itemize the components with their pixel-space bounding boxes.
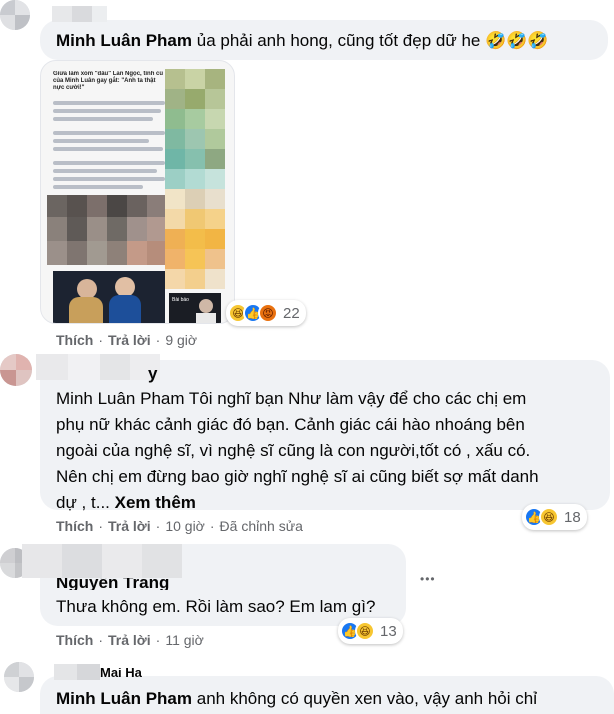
article-line [53, 177, 165, 181]
commenter-avatar[interactable] [4, 662, 34, 692]
reaction-count: 13 [380, 622, 397, 640]
pixelated-image [47, 195, 165, 265]
comment-body: anh không có quyền xen vào, vậy anh hỏi … [196, 689, 537, 708]
reaction-summary[interactable]: 👍 😆 13 [338, 618, 403, 644]
angry-icon: 😡 [258, 303, 278, 323]
commenter-avatar[interactable] [0, 354, 32, 386]
blurred-username [22, 544, 182, 578]
article-line [53, 169, 157, 173]
like-button[interactable]: Thích [56, 518, 93, 534]
blurred-username [36, 354, 160, 380]
comment-actions: Thích · Trả lời · 10 giờ · Đã chỉnh sửa [56, 518, 303, 534]
comment-time[interactable]: 11 giờ [165, 632, 204, 648]
comment-actions: Thích · Trả lời · 11 giờ [56, 632, 204, 648]
comment-actions: Thích · Trả lời · 9 giờ [56, 332, 198, 348]
comment-time[interactable]: 9 giờ [165, 332, 197, 348]
comment-author[interactable]: Minh Luân Pham [56, 31, 192, 50]
comment-tag[interactable]: Minh Luân Pham [56, 689, 192, 708]
reaction-summary[interactable]: 😆 👍 😡 22 [226, 300, 306, 326]
reply-button[interactable]: Trả lời [108, 632, 151, 648]
like-button[interactable]: Thích [56, 332, 93, 348]
comment-photo[interactable]: Giữa làm xom "dầu" Lan Ngọc, tình cũ của… [40, 60, 235, 324]
article-line [53, 185, 143, 189]
article-line [53, 139, 149, 143]
photo-headline: Giữa làm xom "dầu" Lan Ngọc, tình cũ của… [53, 71, 164, 91]
blurred-username [52, 6, 107, 22]
see-more-link[interactable]: Xem thêm [115, 493, 196, 512]
comment-author-partial[interactable]: Mai Ha [100, 668, 142, 680]
article-line [53, 117, 153, 121]
comment-author-partial[interactable]: Nguyễn Trang [56, 578, 169, 590]
comment-line: phụ nữ khác cảnh giác đó bạn. Cảnh giác … [56, 415, 525, 434]
comment-text: Minh Luân Pham ủa phải anh hong, cũng tố… [56, 30, 549, 52]
haha-icon: 😆 [539, 507, 559, 527]
comment-line: dự , t... [56, 493, 110, 512]
commenter-avatar[interactable] [0, 0, 30, 30]
haha-icon: 😆 [355, 621, 375, 641]
like-button[interactable]: Thích [56, 632, 93, 648]
comment-line: ngoài của nghệ sĩ, vì nghệ sĩ cũng là co… [56, 441, 531, 460]
comment-line: Nên chị em đừng bao giờ nghĩ nghệ sĩ ai … [56, 467, 539, 486]
article-line [53, 109, 161, 113]
couple-photo [53, 271, 165, 323]
article-line [53, 131, 165, 135]
reaction-count: 22 [283, 304, 300, 322]
comment-time[interactable]: 10 giờ [165, 518, 205, 534]
article-line [53, 101, 165, 105]
news-thumbnail: Bài báo [169, 293, 221, 323]
comment-body: ủa phải anh hong, cũng tốt đẹp dữ he 🤣🤣🤣 [196, 31, 549, 50]
comment-line: Minh Luân Pham Tôi nghĩ bạn Như làm vậy … [56, 389, 527, 408]
more-options-icon[interactable]: ••• [420, 572, 436, 586]
reaction-summary[interactable]: 👍 😆 18 [522, 504, 587, 530]
news-thumbnail-caption: Bài báo [172, 297, 189, 303]
reaction-count: 18 [564, 508, 581, 526]
comment-body: Thưa không em. Rồi làm sao? Em lam gì? [56, 597, 376, 616]
article-line [53, 161, 165, 165]
comment-author-partial[interactable]: y [148, 364, 157, 384]
reply-button[interactable]: Trả lời [108, 332, 151, 348]
comment-text: Thưa không em. Rồi làm sao? Em lam gì? [56, 596, 375, 618]
edited-label: Đã chỉnh sửa [219, 518, 303, 534]
comment-text: Minh Luân Pham anh không có quyền xen và… [56, 688, 537, 710]
reply-button[interactable]: Trả lời [108, 518, 151, 534]
blurred-username [54, 664, 100, 680]
pixelated-side-image [165, 69, 225, 323]
comment-text: Minh Luân Pham Tôi nghĩ bạn Như làm vậy … [56, 386, 539, 516]
article-line [53, 147, 163, 151]
